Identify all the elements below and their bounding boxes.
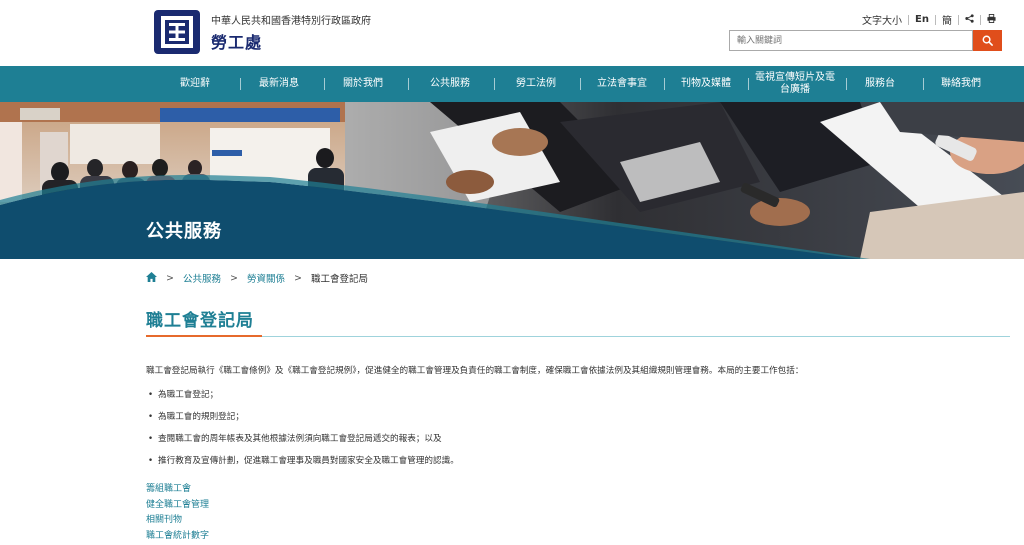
nav-item-labour-legislation[interactable]: 勞工法例 [505,66,567,102]
nav-divider [324,78,325,90]
title-underline-accent [146,335,262,337]
list-item: 推行教育及宣傳計劃，促進職工會理事及職員對國家安全及職工會管理的認識。 [146,454,459,476]
banner-title: 公共服務 [146,221,222,242]
share-icon[interactable] [959,13,980,26]
simplified-chinese-link[interactable]: 簡 [936,12,958,27]
nav-item-news[interactable]: 最新消息 [248,66,310,102]
home-icon[interactable] [146,271,157,285]
link-related-publications[interactable]: 相關刊物 [146,513,209,529]
nav-item-contact-us[interactable]: 聯絡我們 [930,66,992,102]
breadcrumb-public-services[interactable]: 公共服務 [183,271,221,285]
utility-toolbar: 文字大小 En 簡 [856,12,1002,27]
nav-divider [408,78,409,90]
breadcrumb-separator: > [229,272,238,284]
related-links: 籌組職工會 健全職工會管理 相關刊物 職工會統計數字 [146,482,209,544]
breadcrumb-separator: > [166,272,174,284]
site-header: 中華人民共和國香港特別行政區政府 勞工處 文字大小 En 簡 [0,0,1024,66]
nav-divider [923,78,924,90]
nav-divider [580,78,581,90]
nav-divider [748,78,749,90]
font-size-link[interactable]: 文字大小 [856,12,908,27]
breadcrumb-labour-relations[interactable]: 勞資關係 [247,271,285,285]
link-union-statistics[interactable]: 職工會統計數字 [146,529,209,545]
list-item: 為職工會登記； [146,388,459,410]
duties-list: 為職工會登記； 為職工會的規則登記； 查閱職工會的周年帳表及其他根據法例須向職工… [146,388,459,476]
main-navigation: 歡迎辭 最新消息 關於我們 公共服務 勞工法例 立法會事宜 刊物及媒體 電視宣傳… [0,66,1024,102]
breadcrumb-separator: > [293,272,302,284]
nav-item-service-counter[interactable]: 服務台 [849,66,911,102]
department-logo[interactable] [154,10,200,54]
search-input[interactable] [729,30,973,51]
link-forming-trade-union[interactable]: 籌組職工會 [146,482,209,498]
intro-paragraph: 職工會登記局執行《職工會條例》及《職工會登記規例》，促進健全的職工會管理及負責任… [146,366,804,376]
print-icon[interactable] [981,13,1002,26]
nav-item-public-services[interactable]: 公共服務 [419,66,481,102]
breadcrumb: > 公共服務 > 勞資關係 > 職工會登記局 [146,271,368,285]
search-icon [982,35,993,46]
list-item: 為職工會的規則登記； [146,410,459,432]
nav-divider [846,78,847,90]
nav-divider [664,78,665,90]
nav-item-about-us[interactable]: 關於我們 [332,66,394,102]
nav-item-publications-media[interactable]: 刊物及媒體 [673,66,739,102]
nav-divider [494,78,495,90]
government-name: 中華人民共和國香港特別行政區政府 [211,16,371,27]
page-banner: 公共服務 [0,102,1024,259]
list-item: 查閱職工會的周年帳表及其他根據法例須向職工會登記局遞交的報表；以及 [146,432,459,454]
english-language-link[interactable]: En [909,14,935,25]
nav-divider [240,78,241,90]
link-sound-union-management[interactable]: 健全職工會管理 [146,498,209,514]
search-button[interactable] [973,30,1002,51]
title-underline [146,336,1010,337]
page-title: 職工會登記局 [146,311,254,331]
nav-item-legco-matters[interactable]: 立法會事宜 [589,66,655,102]
breadcrumb-current: 職工會登記局 [310,274,368,285]
department-name: 勞工處 [211,33,263,52]
nav-item-tv-radio[interactable]: 電視宣傳短片及電台廣播 [752,66,838,102]
nav-item-welcome[interactable]: 歡迎辭 [164,66,226,102]
